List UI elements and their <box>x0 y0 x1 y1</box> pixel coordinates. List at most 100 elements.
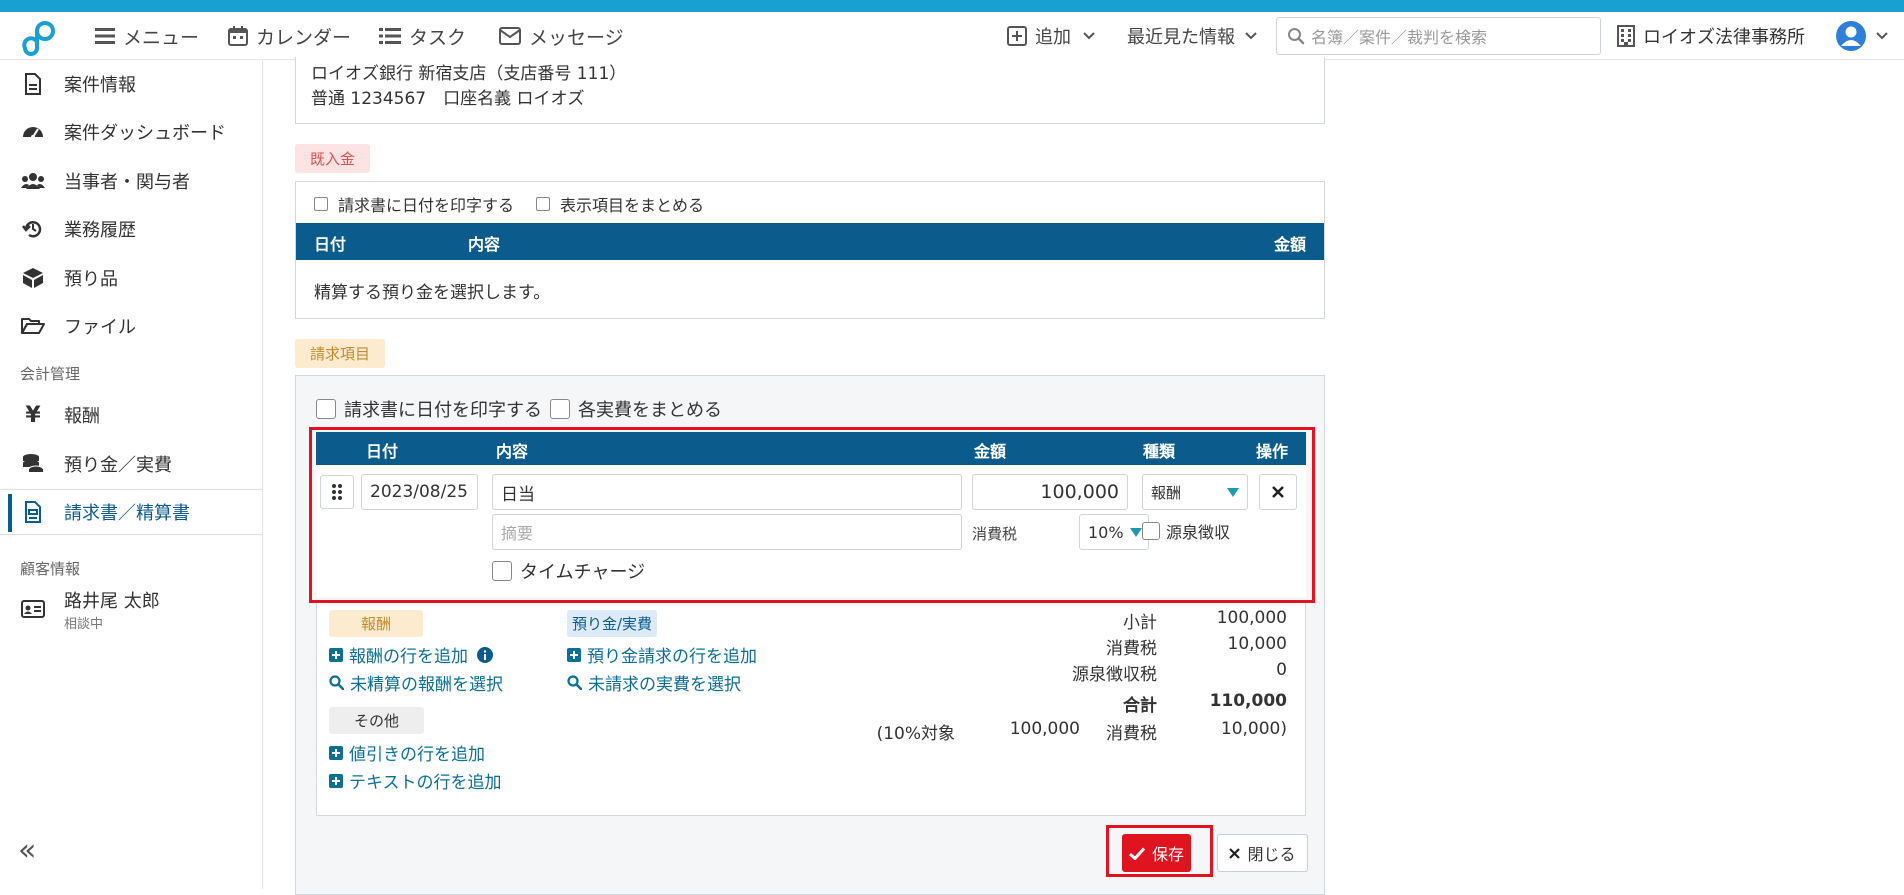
search-input[interactable]: 名簿／案件／裁判を検索 <box>1276 17 1601 55</box>
deposit-badge: 預り金/実費 <box>567 610 658 637</box>
sidebar-item-deposits[interactable]: 預り金／実費 <box>0 441 262 487</box>
billing-print-date-option[interactable]: 請求書に日付を印字する <box>316 396 542 422</box>
select-unbilled-fee-link[interactable]: 未精算の報酬を選択 <box>329 670 503 695</box>
menu-label: メニュー <box>123 26 200 49</box>
sidebar-item-label: 請求書／精算書 <box>64 503 190 524</box>
coins-icon <box>20 453 46 475</box>
highlight-box-save <box>1106 825 1213 877</box>
search-icon <box>1288 28 1305 45</box>
received-empty-text: 精算する預り金を選択します。 <box>314 283 551 303</box>
hamburger-icon <box>95 28 115 44</box>
user-menu[interactable] <box>1836 12 1896 60</box>
sidebar-item-fees[interactable]: ¥ 報酬 <box>0 392 262 438</box>
sidebar-item-label: 預り金／実費 <box>64 455 172 476</box>
office-label: ロイオズ法律事務所 <box>1643 27 1805 48</box>
building-icon <box>1617 25 1635 47</box>
close-button[interactable]: 閉じる <box>1217 834 1308 872</box>
user-avatar-icon <box>1836 21 1866 51</box>
task-list-icon <box>379 28 401 44</box>
invoice-icon <box>20 501 46 523</box>
office-selector[interactable]: ロイオズ法律事務所 <box>1617 12 1805 60</box>
search-icon <box>329 675 344 690</box>
breakdown-base: 100,000 <box>1009 719 1080 739</box>
received-group-option[interactable]: 表示項目をまとめる <box>536 192 704 216</box>
task-button[interactable]: タスク <box>379 12 466 60</box>
recent-label: 最近見た情報 <box>1127 27 1235 48</box>
breakdown-label: (10%対象 <box>876 724 955 744</box>
sidebar-item-label: 案件情報 <box>64 75 136 96</box>
select-unbilled-expense-link[interactable]: 未請求の実費を選択 <box>567 670 741 695</box>
checkbox[interactable] <box>550 399 570 419</box>
app-header: メニュー カレンダー タスク メッセージ 追加 最近見た情報 名簿／案件／裁判を… <box>0 12 1904 60</box>
option-label: 表示項目をまとめる <box>560 196 705 215</box>
withholding-label: 源泉徴収税 <box>1072 665 1157 685</box>
option-label: 各実費をまとめる <box>578 400 722 421</box>
breakdown-tax-label: 消費税 <box>1106 724 1157 744</box>
box-icon <box>20 267 46 289</box>
col-amount: 金額 <box>1273 235 1306 254</box>
menu-button[interactable]: メニュー <box>95 12 199 60</box>
message-button[interactable]: メッセージ <box>499 12 624 60</box>
plus-square-icon <box>329 745 343 760</box>
billing-actions-area: 報酬 報酬の行を追加 未精算の報酬を選択 預り金/実費 預り金請求の行を追加 未… <box>316 602 1306 816</box>
sidebar-item-dashboard[interactable]: 案件ダッシュボード <box>0 109 262 155</box>
tax-value: 10,000 <box>1227 634 1287 654</box>
received-print-date-option[interactable]: 請求書に日付を印字する <box>314 192 514 216</box>
plus-square-icon <box>1007 26 1027 46</box>
col-content: 内容 <box>468 235 501 254</box>
subtotal-value: 100,000 <box>1216 608 1287 628</box>
fee-badge: 報酬 <box>329 610 424 637</box>
checkbox[interactable] <box>316 399 336 419</box>
breakdown-tax-value: 10,000) <box>1220 719 1287 739</box>
billing-group-expenses-option[interactable]: 各実費をまとめる <box>550 396 722 422</box>
sidebar-item-label: ファイル <box>64 317 136 338</box>
tax-label: 消費税 <box>1106 639 1157 659</box>
add-fee-row-link[interactable]: 報酬の行を追加 <box>329 642 499 667</box>
checkbox[interactable] <box>536 197 550 211</box>
collapse-sidebar-button[interactable]: « <box>18 836 36 866</box>
received-badge: 既入金 <box>295 144 371 173</box>
sidebar-section-accounting: 会計管理 <box>20 365 81 383</box>
total-value: 110,000 <box>1209 691 1287 711</box>
users-icon <box>20 172 46 190</box>
add-text-row-link[interactable]: テキストの行を追加 <box>329 768 502 793</box>
col-date: 日付 <box>314 235 347 254</box>
calendar-icon <box>228 26 248 46</box>
add-dropdown[interactable]: 追加 <box>1007 12 1103 60</box>
app-logo[interactable] <box>20 18 60 58</box>
checkbox[interactable] <box>314 197 328 211</box>
gauge-icon <box>20 122 46 142</box>
client-status: 相談中 <box>64 616 104 632</box>
folder-open-icon <box>20 317 46 335</box>
sidebar-item-case-info[interactable]: 案件情報 <box>0 61 262 107</box>
sidebar-client[interactable]: 路井尾 太郎 相談中 <box>0 581 262 637</box>
sidebar-item-label: 案件ダッシュボード <box>64 123 226 144</box>
plus-square-icon <box>329 647 343 662</box>
search-placeholder: 名簿／案件／裁判を検索 <box>1311 28 1488 47</box>
add-deposit-row-link[interactable]: 預り金請求の行を追加 <box>567 642 757 667</box>
sidebar-item-label: 当事者・関与者 <box>64 172 190 193</box>
id-card-icon <box>20 600 46 618</box>
link-label: 報酬の行を追加 <box>349 647 468 667</box>
link-label: 未精算の報酬を選択 <box>350 675 503 695</box>
sidebar-item-stored-items[interactable]: 預り品 <box>0 255 262 301</box>
received-table-header: 日付 内容 金額 <box>296 223 1324 260</box>
sidebar-item-files[interactable]: ファイル <box>0 303 262 349</box>
link-label: 値引きの行を追加 <box>349 745 485 765</box>
add-discount-row-link[interactable]: 値引きの行を追加 <box>329 740 485 765</box>
other-badge: その他 <box>329 707 425 734</box>
document-icon <box>20 73 46 95</box>
chevron-down-icon <box>1083 32 1095 40</box>
sidebar-item-history[interactable]: 業務履歴 <box>0 206 262 252</box>
sidebar-item-parties[interactable]: 当事者・関与者 <box>0 158 262 204</box>
recent-dropdown[interactable]: 最近見た情報 <box>1127 12 1265 60</box>
bank-info-panel: ロイオズ銀行 新宿支店（支店番号 111） 普通 1234567 口座名義 ロイ… <box>295 57 1325 124</box>
sidebar-item-invoices[interactable]: 請求書／精算書 <box>0 489 262 535</box>
history-icon <box>20 218 46 240</box>
subtotal-label: 小計 <box>1123 613 1157 633</box>
chevron-down-icon <box>1245 32 1257 40</box>
sidebar: 案件情報 案件ダッシュボード 当事者・関与者 業務履歴 預り品 ファイル 会計管… <box>0 61 263 889</box>
received-panel: 請求書に日付を印字する 表示項目をまとめる 日付 内容 金額 精算する預り金を選… <box>295 181 1325 319</box>
total-label: 合計 <box>1123 696 1157 716</box>
calendar-button[interactable]: カレンダー <box>228 12 351 60</box>
